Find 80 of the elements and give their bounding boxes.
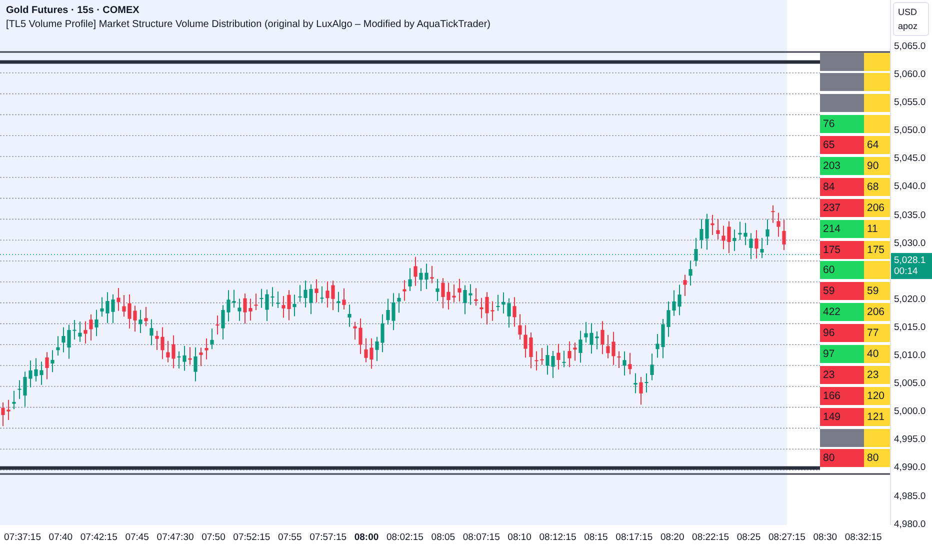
delta-cell: 90 xyxy=(864,156,890,175)
delta-cell xyxy=(864,261,890,280)
currency-selector[interactable]: USD apoz xyxy=(893,2,929,36)
price-label: 5,065.0 xyxy=(893,40,927,54)
price-label: 5,050.0 xyxy=(893,124,927,138)
volume-cell: 422 xyxy=(820,303,864,322)
price-label: 4,990.0 xyxy=(893,461,927,476)
volume-cell: 23 xyxy=(820,366,864,384)
time-label: 07:55 xyxy=(278,532,302,543)
time-label: 08:05 xyxy=(431,532,456,543)
price-label: 5,010.0 xyxy=(893,349,927,364)
time-label: 07:57:15 xyxy=(310,532,347,543)
delta-cell xyxy=(864,428,890,447)
volume-cell: 96 xyxy=(820,324,864,342)
price-label: 5,060.0 xyxy=(893,68,927,82)
time-label: 08:30 xyxy=(813,532,838,543)
time-label: 08:17:15 xyxy=(616,532,653,543)
price-label: 5,020.0 xyxy=(893,292,927,307)
volume-cell: 237 xyxy=(820,198,864,217)
volume-cell: 214 xyxy=(820,220,864,238)
volume-cell: 65 xyxy=(820,136,864,154)
price-label: 4,995.0 xyxy=(893,433,927,448)
time-label: 07:52:15 xyxy=(233,532,270,543)
time-label: 08:07:15 xyxy=(462,532,500,543)
delta-cell: 40 xyxy=(864,344,890,363)
volume-cell: 59 xyxy=(820,282,864,300)
delta-cell xyxy=(864,73,890,92)
price-label: 4,980.0 xyxy=(893,518,927,532)
price-label: 5,015.0 xyxy=(893,320,927,335)
delta-cell: 206 xyxy=(864,303,890,322)
volume-cell: 97 xyxy=(820,344,864,363)
delta-cell: 120 xyxy=(864,386,890,405)
time-label: 08:25 xyxy=(736,532,761,543)
time-label: 07:37:15 xyxy=(4,532,41,543)
volume-cell: 203 xyxy=(820,156,864,175)
price-label: 5,005.0 xyxy=(893,377,927,392)
price-label: 5,030.0 xyxy=(893,236,927,251)
time-label: 08:22:15 xyxy=(692,532,730,543)
time-label: 08:00 xyxy=(354,532,379,543)
time-label: 08:12:15 xyxy=(539,532,576,543)
indicator-title: [TL5 Volume Profile] Market Structure Volume Distribution (original by LuxAlgo – Modified by AquaTickTrader) xyxy=(6,19,490,30)
volume-cell: 149 xyxy=(820,408,864,426)
time-label: 08:20 xyxy=(660,532,684,543)
symbol-title: Gold Futures · 15s · COMEX xyxy=(6,5,140,16)
time-label: 08:10 xyxy=(508,532,532,543)
price-label: 4,985.0 xyxy=(893,490,927,504)
delta-cell: 64 xyxy=(864,136,890,154)
delta-cell: 23 xyxy=(864,366,890,384)
time-label: 08:02:15 xyxy=(386,532,424,543)
price-label: 5,055.0 xyxy=(893,96,927,110)
time-label: 07:42:15 xyxy=(80,532,118,543)
time-label: 07:45 xyxy=(125,532,149,543)
delta-cell xyxy=(864,115,890,134)
volume-cell: 76 xyxy=(820,115,864,134)
delta-cell: 121 xyxy=(864,408,890,426)
volume-cell: 60 xyxy=(820,261,864,280)
delta-cell: 11 xyxy=(864,220,890,238)
time-label: 08:27:15 xyxy=(768,532,806,543)
volume-cell: 175 xyxy=(820,240,864,259)
delta-cell xyxy=(864,52,890,70)
time-label: 07:50 xyxy=(202,532,226,543)
delta-cell: 59 xyxy=(864,282,890,300)
price-label: 5,000.0 xyxy=(893,405,927,420)
delta-cell: 77 xyxy=(864,324,890,342)
delta-cell: 80 xyxy=(864,449,890,468)
volume-cell: 80 xyxy=(820,449,864,468)
time-label: 07:40 xyxy=(48,532,73,543)
time-label: 08:32:15 xyxy=(844,532,882,543)
delta-cell: 175 xyxy=(864,240,890,259)
delta-cell xyxy=(864,94,890,112)
last-price-badge: 5,028.1 00:14 xyxy=(891,252,932,279)
volume-cell: 166 xyxy=(820,386,864,405)
delta-cell: 206 xyxy=(864,198,890,217)
time-label: 07:47:30 xyxy=(156,532,194,543)
price-label: 5,035.0 xyxy=(893,208,927,223)
time-label: 08:15 xyxy=(584,532,608,543)
volume-cell: 84 xyxy=(820,178,864,196)
price-label: 5,040.0 xyxy=(893,180,927,194)
price-label: 5,045.0 xyxy=(893,152,927,166)
delta-cell: 68 xyxy=(864,178,890,196)
